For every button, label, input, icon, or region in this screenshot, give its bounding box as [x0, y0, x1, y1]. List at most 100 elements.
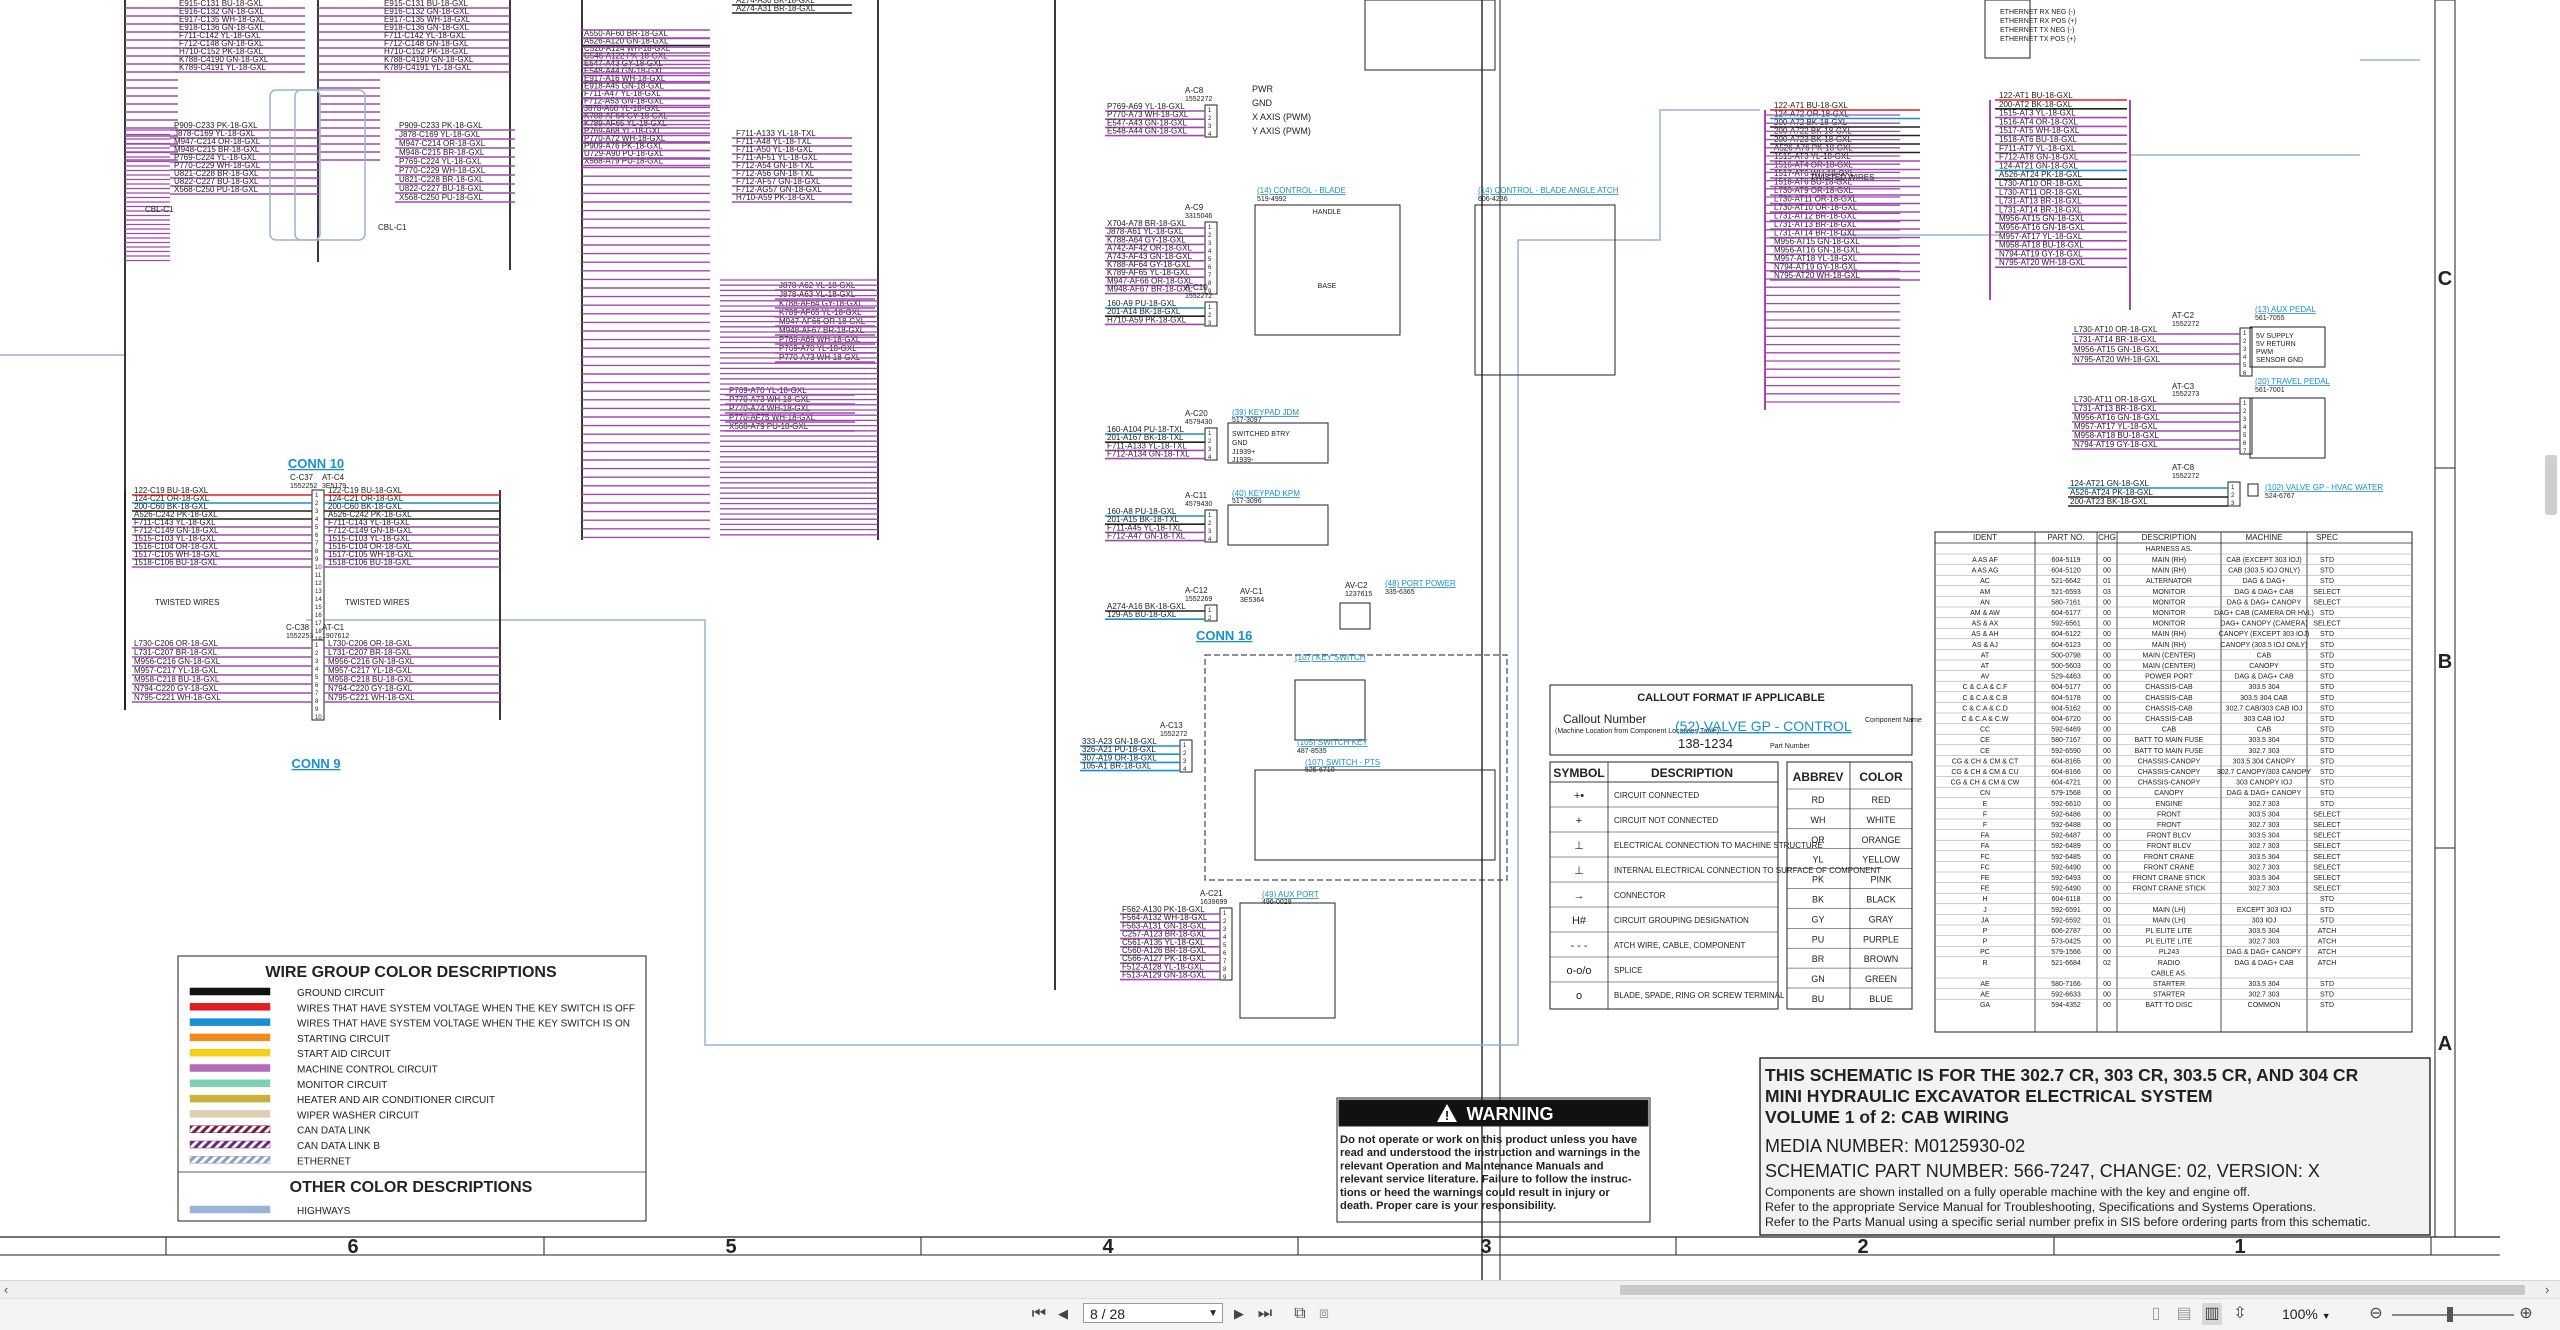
wire-label: F712-AT8 GN-18-GXL: [1999, 153, 2079, 162]
callout-example: (52) VALVE GP - CONTROL: [1675, 718, 1852, 734]
connector-label: AT-C4: [322, 473, 345, 482]
symbol-glyph: +: [1576, 815, 1582, 827]
wire-label: A274-A31 BR-18-GXL: [736, 4, 816, 13]
table-cell: 594-4352: [2051, 1002, 2081, 1009]
wire-label: N794-AT19 GY-18-GXL: [1999, 249, 2083, 258]
zoom-in-button[interactable]: ⊕: [2516, 1303, 2536, 1325]
table-cell: 604-8165: [2051, 758, 2081, 765]
table-section: HARNESS AS.: [2146, 546, 2193, 553]
row-label: A: [2438, 1033, 2452, 1055]
wire-label: 1518-AT6 BU-18-GXL: [1999, 135, 2078, 144]
continuous-page-icon[interactable]: ▤: [2174, 1303, 2194, 1325]
pin-number: 16: [315, 613, 322, 619]
abbrev-color: BLACK: [1866, 895, 1896, 905]
horizontal-scroll-thumb[interactable]: [1620, 1285, 2525, 1295]
table-cell: STD: [2320, 737, 2334, 744]
connector-part: 1552272: [2172, 473, 2199, 480]
legend-swatch: [189, 1079, 271, 1088]
table-cell: RADIO: [2158, 960, 2181, 967]
abbrev-color: GRAY: [1869, 914, 1894, 924]
legend-swatch: [189, 1018, 271, 1026]
table-cell: 592-6487: [2051, 833, 2081, 840]
wire-label: M957-AT17 YL-18-GXL: [2074, 422, 2158, 431]
wire-label: 105-A1 BR-18-GXL: [1082, 762, 1152, 771]
document-viewport: 6 5 4 3 2 1 C B A E915-C131 BU-18-GXL E916-C132 GN…: [0, 0, 2560, 1280]
table-cell: 00: [2103, 811, 2111, 818]
table-cell: PL ELITE LITE: [2146, 928, 2193, 935]
table-cell: F: [1983, 811, 1987, 818]
two-page-icon[interactable]: ▥: [2202, 1303, 2222, 1325]
table-cell: 302.7 CAB/303 CAB IOJ: [2226, 705, 2303, 712]
first-page-button[interactable]: ⏮: [1028, 1303, 1050, 1325]
scroll-left-icon[interactable]: ‹: [4, 1282, 8, 1297]
table-cell: 00: [2103, 737, 2111, 744]
table-cell: 303.5 304: [2248, 875, 2279, 882]
vertical-scroll-thumb[interactable]: [2545, 455, 2557, 515]
scroll-right-icon[interactable]: ›: [2545, 1282, 2549, 1297]
wire-label: M958-C218 BU-18-GXL: [328, 675, 414, 684]
wire-label: U822-C227 BU-18-GXL: [399, 184, 484, 193]
fit-width-icon[interactable]: ⧈: [1314, 1303, 1334, 1325]
table-cell: CAB (EXCEPT 303 IOJ): [2226, 557, 2301, 564]
page-number-select[interactable]: 8 / 28 ▼: [1083, 1303, 1223, 1323]
fit-page-icon[interactable]: ⧉: [1290, 1303, 1310, 1325]
abbrev-code: WH: [1811, 815, 1826, 825]
wire-label: N795-C221 WH-18-GXL: [328, 693, 415, 702]
table-cell: 00: [2103, 769, 2111, 776]
page-split-icon[interactable]: ⇳: [2230, 1303, 2250, 1325]
table-cell: AS & AH: [1971, 631, 1998, 638]
table-cell: 00: [2103, 992, 2111, 999]
wire-label: 200-AT2 BK-18-GXL: [1999, 100, 2073, 109]
table-cell: 00: [2103, 705, 2111, 712]
wire-label: M956-C216 GN-18-GXL: [134, 657, 221, 666]
symbol-glyph: ⊥: [1574, 865, 1584, 877]
zoom-out-button[interactable]: ⊖: [2366, 1303, 2386, 1325]
connector-part: 4579430: [1185, 419, 1212, 426]
table-cell: CG & CH & CM & CT: [1952, 758, 2019, 765]
table-cell: CHASSIS-CANOPY: [2138, 758, 2201, 765]
table-cell: R: [1982, 960, 1987, 967]
horizontal-scrollbar[interactable]: ‹ ›: [0, 1280, 2560, 1299]
table-cell: 303.5 304: [2248, 833, 2279, 840]
wire-label: H710-A59 PK-18-GXL: [1107, 315, 1187, 324]
pin-number: 11: [315, 573, 322, 579]
column-label: 2: [1857, 1236, 1868, 1258]
legend-swatch: [189, 1140, 271, 1149]
wire-label: M948-C215 BR-18-GXL: [399, 148, 485, 157]
table-cell: AT: [1981, 652, 1990, 659]
wire-label: 1518-C106 BU-18-GXL: [328, 558, 412, 567]
table-cell: 604-5177: [2051, 684, 2081, 691]
table-cell: 00: [2103, 610, 2111, 617]
single-page-icon[interactable]: ▯: [2146, 1303, 2166, 1325]
wire-label: M957-C217 YL-18-GXL: [134, 666, 218, 675]
component-part: 517-3097: [1232, 417, 1262, 424]
next-page-button[interactable]: ▶: [1228, 1303, 1250, 1325]
last-page-button[interactable]: ⏭: [1254, 1303, 1276, 1325]
table-cell: STD: [2320, 695, 2334, 702]
table-cell: C & C.A & C.B: [1962, 695, 2007, 702]
abbrev-color: PINK: [1870, 875, 1891, 885]
zoom-level[interactable]: 100% ▼: [2282, 1306, 2331, 1322]
table-cell: 302.7 303: [2248, 886, 2279, 893]
table-cell: F: [1983, 822, 1987, 829]
component-part: 561-7001: [2255, 387, 2285, 394]
legend-swatch: [189, 1205, 271, 1214]
table-cell: AE: [1980, 981, 1990, 988]
table-cell: CN: [1980, 790, 1990, 797]
control-blade-box: [1254, 204, 1401, 336]
column-label: 5: [725, 1236, 736, 1258]
table-cell: FA: [1981, 833, 1990, 840]
table-cell: FA: [1981, 843, 1990, 850]
row-label: B: [2438, 651, 2452, 673]
previous-page-button[interactable]: ◀: [1052, 1303, 1074, 1325]
zoom-slider[interactable]: [2392, 1314, 2514, 1316]
table-cell: DAG & DAG+ CANOPY: [2227, 949, 2302, 956]
zoom-level-value: 100%: [2282, 1306, 2318, 1322]
table-cell: STD: [2320, 684, 2334, 691]
zoom-slider-handle[interactable]: [2447, 1307, 2453, 1322]
table-cell: 00: [2103, 928, 2111, 935]
wire-label: L731-AT14 BR-18-GXL: [2074, 335, 2157, 344]
signal-label: J1939-: [1232, 457, 1254, 464]
table-cell: 592-6469: [2051, 727, 2081, 734]
legend-swatch: [189, 1033, 271, 1042]
